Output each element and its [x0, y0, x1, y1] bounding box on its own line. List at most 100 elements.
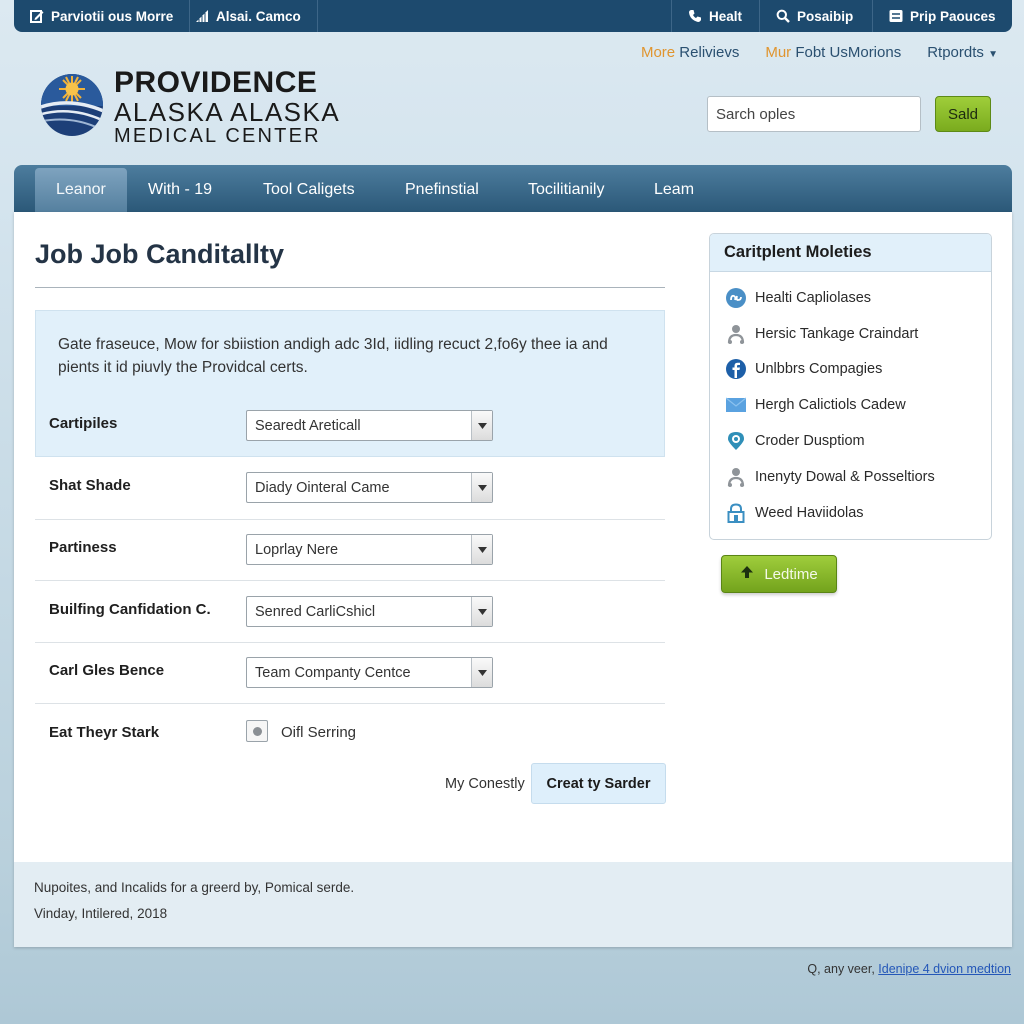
bottom-note: Q, any veer, Idenipe 4 dvion medtion	[807, 962, 1011, 976]
nav-tab-5[interactable]: Leam	[633, 168, 715, 212]
logo-text: PROVIDENCE ALASKA ALASKA MEDICAL CENTER	[114, 66, 341, 147]
sidebar-item-label: Weed Haviidolas	[755, 504, 864, 521]
form-row: Builfing Canfidation C. Senred CarliCshi…	[35, 580, 665, 642]
form-row: Eat Theyr Stark Oifl Serring	[35, 703, 665, 765]
nav-tab-4[interactable]: Tocilitianily	[507, 168, 625, 212]
form-row: Partiness Loprlay Nere	[35, 519, 665, 581]
secondary-link-reports[interactable]: Rtpordts ▼	[927, 44, 998, 61]
form-row: Carl Gles Bence Team Companty Centce	[35, 642, 665, 704]
select-cartipiles[interactable]: Searedt Areticall	[246, 410, 493, 441]
bottom-note-link[interactable]: Idenipe 4 dvion medtion	[878, 962, 1011, 976]
sidebar-action-button[interactable]: Ledtime	[721, 555, 837, 593]
footer-date: Vinday, Intilered, 2018	[34, 906, 168, 921]
sidebar-action-label: Ledtime	[764, 565, 818, 583]
sidebar-item[interactable]: Croder Dusptiom	[710, 423, 991, 459]
bottom-note-text: Q, any veer,	[807, 962, 879, 976]
title-divider	[35, 287, 665, 288]
sidebar-item[interactable]: Inenyty Dowal & Posseltiors	[710, 459, 991, 495]
secondary-action-link[interactable]: My Conestly	[445, 776, 525, 792]
sidebar-item-label: Hersic Tankage Craindart	[755, 325, 919, 342]
secondary-link-reviews[interactable]: More Relivievs	[641, 44, 739, 61]
user-icon	[725, 466, 746, 487]
chevron-down-icon: ▼	[988, 49, 998, 60]
select-carl-gles[interactable]: Team Companty Centce	[246, 657, 493, 688]
sidebar-item[interactable]: Weed Haviidolas	[710, 495, 991, 531]
mail-icon	[725, 395, 746, 416]
phone-icon	[688, 9, 702, 23]
main-nav: Leanor With - 19 Tool Caligets Pnefinsti…	[14, 165, 1012, 212]
select-shat-shade[interactable]: Diady Ointeral Came	[246, 472, 493, 503]
search-input[interactable]	[707, 96, 921, 132]
search-button[interactable]: Sald	[935, 96, 991, 132]
logo-emblem-icon	[40, 72, 104, 143]
topbar-link-label: Prip Paouces	[910, 8, 996, 24]
dropdown-arrow-icon	[471, 411, 492, 440]
topbar-link-health[interactable]: Healt	[671, 0, 758, 32]
nav-tab-0[interactable]: Leanor	[35, 168, 127, 212]
topbar-link-search[interactable]: Posaibip	[759, 0, 869, 32]
sidebar-item-label: Hergh Calictiols Cadew	[755, 397, 906, 414]
sidebar-item[interactable]: Hergh Calictiols Cadew	[710, 387, 991, 423]
dropdown-arrow-icon	[471, 535, 492, 564]
page-title: Job Job Canditallty	[35, 239, 285, 269]
select-value: Team Companty Centce	[255, 664, 411, 681]
nav-tab-3[interactable]: Pnefinstial	[384, 168, 500, 212]
footer-text: Nupoites, and Incalids for a greerd by, …	[34, 880, 355, 895]
select-value: Loprlay Nere	[255, 541, 339, 558]
user-icon	[725, 323, 746, 344]
nav-tab-2[interactable]: Tool Caligets	[242, 168, 376, 212]
checkbox[interactable]	[246, 720, 268, 742]
form-row: Shat Shade Diady Ointeral Came	[35, 460, 665, 522]
checkbox-mark	[252, 726, 262, 736]
primary-action-button[interactable]: Creat ty Sarder	[531, 763, 666, 804]
card-footer: Nupoites, and Incalids for a greerd by, …	[14, 862, 1012, 947]
form-label: Partiness	[49, 539, 117, 556]
search-icon	[776, 9, 790, 23]
select-value: Searedt Areticall	[255, 417, 361, 434]
signal-icon	[195, 9, 209, 23]
topbar-link-label: Parviotii ous Morre	[51, 8, 174, 24]
list-icon	[889, 9, 903, 23]
form-label: Eat Theyr Stark	[49, 724, 160, 741]
select-building[interactable]: Senred CarliCshicl	[246, 596, 493, 627]
location-pin-icon	[725, 431, 746, 452]
sidebar-list: Healti Capliolases Hersic Tankage Craind…	[710, 272, 991, 531]
sidebar-item-label: Unlbbrs Compagies	[755, 361, 883, 378]
dropdown-arrow-icon	[471, 597, 492, 626]
select-partiness[interactable]: Loprlay Nere	[246, 534, 493, 565]
link-icon	[725, 287, 746, 308]
arrow-up-icon	[740, 565, 754, 583]
top-utility-bar: Parviotii ous Morre Alsai. Camco Healt P…	[14, 0, 1012, 32]
topbar-link-label: Alsai. Camco	[216, 8, 301, 24]
topbar-link-pages[interactable]: Prip Paouces	[872, 0, 1012, 32]
sidebar-item-label: Croder Dusptiom	[755, 433, 865, 450]
select-value: Diady Ointeral Came	[255, 479, 390, 496]
select-value: Senred CarliCshicl	[255, 603, 376, 620]
sidebar-item[interactable]: Hersic Tankage Craindart	[710, 316, 991, 352]
form-label: Builfing Canfidation C.	[49, 601, 211, 618]
logo[interactable]: PROVIDENCE ALASKA ALASKA MEDICAL CENTER	[40, 68, 340, 146]
secondary-link-about[interactable]: Mur Fobt UsMorions	[765, 44, 901, 61]
topbar-link-label: Healt	[709, 8, 743, 24]
topbar-link-0[interactable]: Parviotii ous Morre	[14, 0, 191, 32]
sidebar-item-label: Inenyty Dowal & Posseltiors	[755, 468, 935, 485]
sidebar-item-label: Healti Capliolases	[755, 289, 872, 306]
intro-text: Gate fraseuce, Mow for sbiistion andigh …	[58, 336, 608, 376]
topbar-link-label: Posaibip	[797, 8, 854, 24]
form-label: Cartipiles	[49, 415, 118, 432]
edit-icon	[30, 9, 44, 23]
facebook-icon	[725, 359, 746, 380]
checkbox-label[interactable]: Oifl Serring	[281, 724, 356, 741]
sidebar-item[interactable]: Unlbbrs Compagies	[710, 352, 991, 388]
sidebar-panel: Caritplent Moleties Healti Capliolases H…	[709, 233, 992, 540]
sidebar-title: Caritplent Moleties	[710, 234, 991, 272]
form-row: Cartipiles Searedt Areticall	[35, 398, 665, 460]
nav-tab-1[interactable]: With - 19	[127, 168, 233, 212]
dropdown-arrow-icon	[471, 658, 492, 687]
secondary-links: More Relivievs Mur Fobt UsMorions Rtpord…	[641, 44, 998, 61]
dropdown-arrow-icon	[471, 473, 492, 502]
topbar-link-1[interactable]: Alsai. Camco	[179, 0, 318, 32]
lock-icon	[725, 502, 746, 523]
sidebar-item[interactable]: Healti Capliolases	[710, 280, 991, 316]
form-label: Carl Gles Bence	[49, 662, 165, 679]
